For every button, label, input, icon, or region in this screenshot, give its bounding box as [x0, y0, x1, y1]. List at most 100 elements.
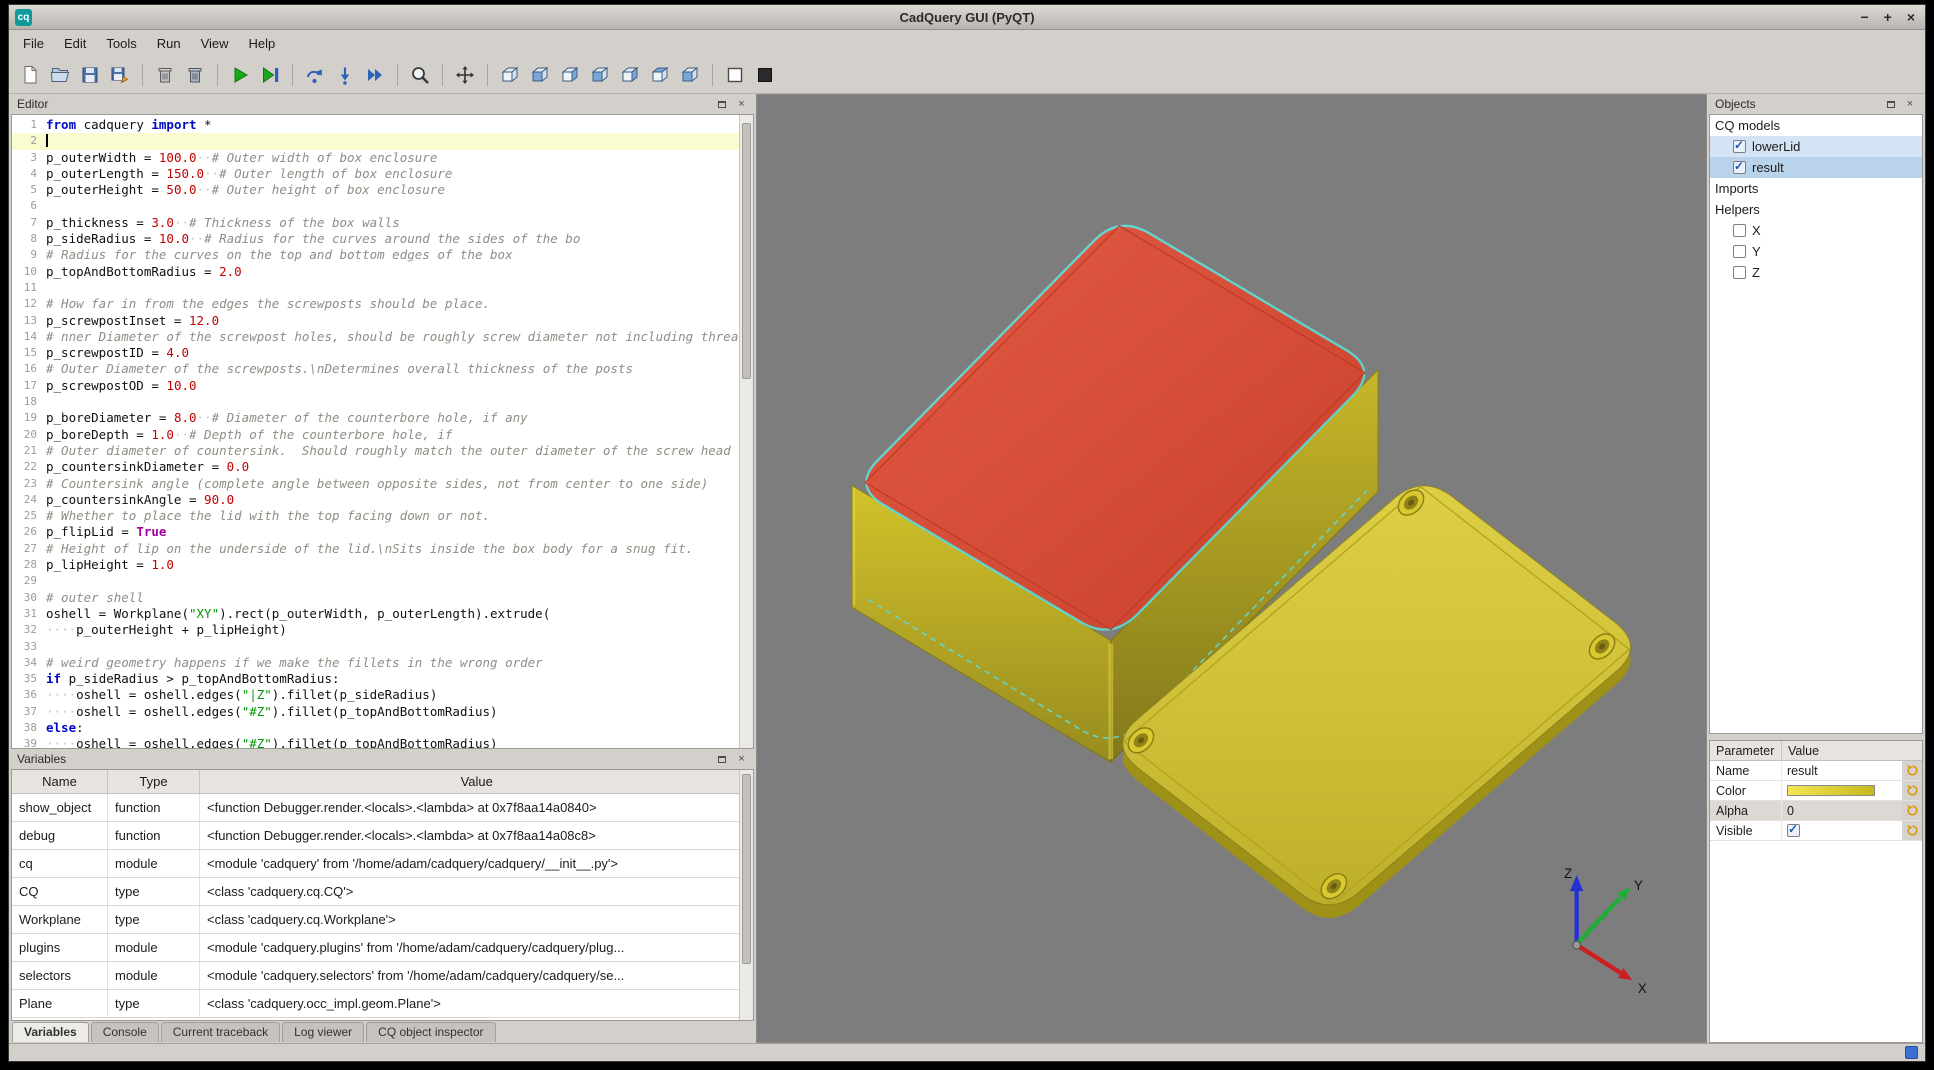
tree-item-helpers[interactable]: Helpers [1710, 199, 1922, 220]
reset-icon[interactable] [1902, 801, 1922, 820]
view-back-icon[interactable] [557, 62, 583, 88]
step-into-icon[interactable] [332, 62, 358, 88]
view-iso-icon[interactable] [497, 62, 523, 88]
editor-body[interactable]: 1from cadquery import *23p_outerWidth = … [11, 114, 754, 749]
tree-item-result[interactable]: ✓result [1710, 157, 1922, 178]
editor-line[interactable]: 12# How far in from the edges the screwp… [12, 296, 753, 312]
variables-col-type[interactable]: Type [108, 770, 200, 793]
reset-icon[interactable] [1902, 761, 1922, 780]
debug-run-icon[interactable] [257, 62, 283, 88]
editor-line[interactable]: 18 [12, 394, 753, 410]
parameters-col-value[interactable]: Value [1782, 744, 1922, 758]
editor-close-button[interactable]: × [734, 97, 748, 111]
status-grip-icon[interactable] [1905, 1046, 1918, 1059]
variable-row-selectors[interactable]: selectorsmodule<module 'cadquery.selecto… [12, 962, 753, 990]
parameter-value[interactable] [1782, 781, 1902, 800]
editor-line[interactable]: 26p_flipLid = True [12, 524, 753, 540]
view-left-icon[interactable] [587, 62, 613, 88]
tree-checkbox-x[interactable] [1733, 224, 1746, 237]
parameter-row-name[interactable]: Nameresult [1710, 761, 1922, 781]
tree-checkbox-y[interactable] [1733, 245, 1746, 258]
view-right-icon[interactable] [617, 62, 643, 88]
parameters-col-parameter[interactable]: Parameter [1710, 741, 1782, 760]
editor-line[interactable]: 21# Outer diameter of countersink. Shoul… [12, 443, 753, 459]
menu-view[interactable]: View [191, 30, 239, 56]
tab-current-traceback[interactable]: Current traceback [161, 1022, 280, 1042]
objects-close-button[interactable]: × [1903, 97, 1917, 111]
title-bar[interactable]: cq CadQuery GUI (PyQT) − + × [9, 5, 1925, 30]
editor-line[interactable]: 25# Whether to place the lid with the to… [12, 508, 753, 524]
close-button[interactable]: × [1907, 10, 1915, 24]
tree-item-imports[interactable]: Imports [1710, 178, 1922, 199]
editor-line[interactable]: 14# nner Diameter of the screwpost holes… [12, 329, 753, 345]
tree-item-lowerlid[interactable]: ✓lowerLid [1710, 136, 1922, 157]
variables-col-name[interactable]: Name [12, 770, 108, 793]
variables-float-button[interactable] [715, 752, 729, 766]
viewport-canvas[interactable]: Z Y X [757, 95, 1706, 1042]
tree-item-x[interactable]: X [1710, 220, 1922, 241]
reset-icon[interactable] [1902, 781, 1922, 800]
editor-line[interactable]: 36····oshell = oshell.edges("|Z").fillet… [12, 687, 753, 703]
editor-line[interactable]: 24p_countersinkAngle = 90.0 [12, 492, 753, 508]
parameter-value[interactable]: ✓ [1782, 821, 1902, 840]
editor-line[interactable]: 33 [12, 639, 753, 655]
editor-line[interactable]: 6 [12, 198, 753, 214]
variables-col-value[interactable]: Value [200, 770, 753, 793]
view-front-icon[interactable] [527, 62, 553, 88]
parameter-row-alpha[interactable]: Alpha0 [1710, 801, 1922, 821]
editor-line[interactable]: 22p_countersinkDiameter = 0.0 [12, 459, 753, 475]
shaded-icon[interactable] [752, 62, 778, 88]
editor-line[interactable]: 8p_sideRadius = 10.0··# Radius for the c… [12, 231, 753, 247]
editor-line[interactable]: 13p_screwpostInset = 12.0 [12, 313, 753, 329]
editor-float-button[interactable] [715, 97, 729, 111]
editor-line[interactable]: 23# Countersink angle (complete angle be… [12, 476, 753, 492]
variable-row-show-object[interactable]: show_objectfunction<function Debugger.re… [12, 794, 753, 822]
maximize-button[interactable]: + [1884, 10, 1892, 24]
fit-all-icon[interactable] [452, 62, 478, 88]
editor-line[interactable]: 32····p_outerHeight + p_lipHeight) [12, 622, 753, 638]
editor-line[interactable]: 16# Outer Diameter of the screwposts.\nD… [12, 361, 753, 377]
variables-scrollbar-thumb[interactable] [742, 774, 751, 964]
editor-line[interactable]: 34# weird geometry happens if we make th… [12, 655, 753, 671]
tree-checkbox-lowerlid[interactable]: ✓ [1733, 140, 1746, 153]
editor-line[interactable]: 30# outer shell [12, 590, 753, 606]
editor-line[interactable]: 20p_boreDepth = 1.0··# Depth of the coun… [12, 427, 753, 443]
tree-checkbox-z[interactable] [1733, 266, 1746, 279]
parameter-value[interactable]: 0 [1782, 801, 1902, 820]
visible-checkbox[interactable]: ✓ [1787, 824, 1800, 837]
parameter-row-color[interactable]: Color [1710, 781, 1922, 801]
editor-line[interactable]: 10p_topAndBottomRadius = 2.0 [12, 264, 753, 280]
tab-cq-object-inspector[interactable]: CQ object inspector [366, 1022, 495, 1042]
tree-item-z[interactable]: Z [1710, 262, 1922, 283]
tab-console[interactable]: Console [91, 1022, 159, 1042]
open-file-icon[interactable] [47, 62, 73, 88]
menu-run[interactable]: Run [147, 30, 191, 56]
menu-tools[interactable]: Tools [96, 30, 146, 56]
clear-icon[interactable] [152, 62, 178, 88]
tab-variables[interactable]: Variables [12, 1022, 89, 1042]
menu-help[interactable]: Help [239, 30, 286, 56]
parameter-row-visible[interactable]: Visible✓ [1710, 821, 1922, 841]
editor-line[interactable]: 7p_thickness = 3.0··# Thickness of the b… [12, 215, 753, 231]
reset-icon[interactable] [1902, 821, 1922, 840]
menu-edit[interactable]: Edit [54, 30, 96, 56]
editor-line[interactable]: 1from cadquery import * [12, 117, 753, 133]
variable-row-cq[interactable]: CQtype<class 'cadquery.cq.CQ'> [12, 878, 753, 906]
variable-row-plane[interactable]: Planetype<class 'cadquery.occ_impl.geom.… [12, 990, 753, 1018]
wireframe-icon[interactable] [722, 62, 748, 88]
variable-row-cq[interactable]: cqmodule<module 'cadquery' from '/home/a… [12, 850, 753, 878]
minimize-button[interactable]: − [1860, 10, 1868, 24]
continue-icon[interactable] [362, 62, 388, 88]
delete-icon[interactable] [182, 62, 208, 88]
editor-line[interactable]: 5p_outerHeight = 50.0··# Outer height of… [12, 182, 753, 198]
editor-scrollbar-thumb[interactable] [742, 123, 751, 379]
parameter-value[interactable]: result [1782, 761, 1902, 780]
viewport-3d[interactable]: Z Y X [756, 94, 1707, 1043]
editor-line[interactable]: 19p_boreDiameter = 8.0··# Diameter of th… [12, 410, 753, 426]
render-run-icon[interactable] [227, 62, 253, 88]
editor-line[interactable]: 35if p_sideRadius > p_topAndBottomRadius… [12, 671, 753, 687]
tree-item-cq-models[interactable]: CQ models [1710, 115, 1922, 136]
editor-line[interactable]: 29 [12, 573, 753, 589]
variables-close-button[interactable]: × [734, 752, 748, 766]
color-swatch[interactable] [1787, 785, 1875, 796]
